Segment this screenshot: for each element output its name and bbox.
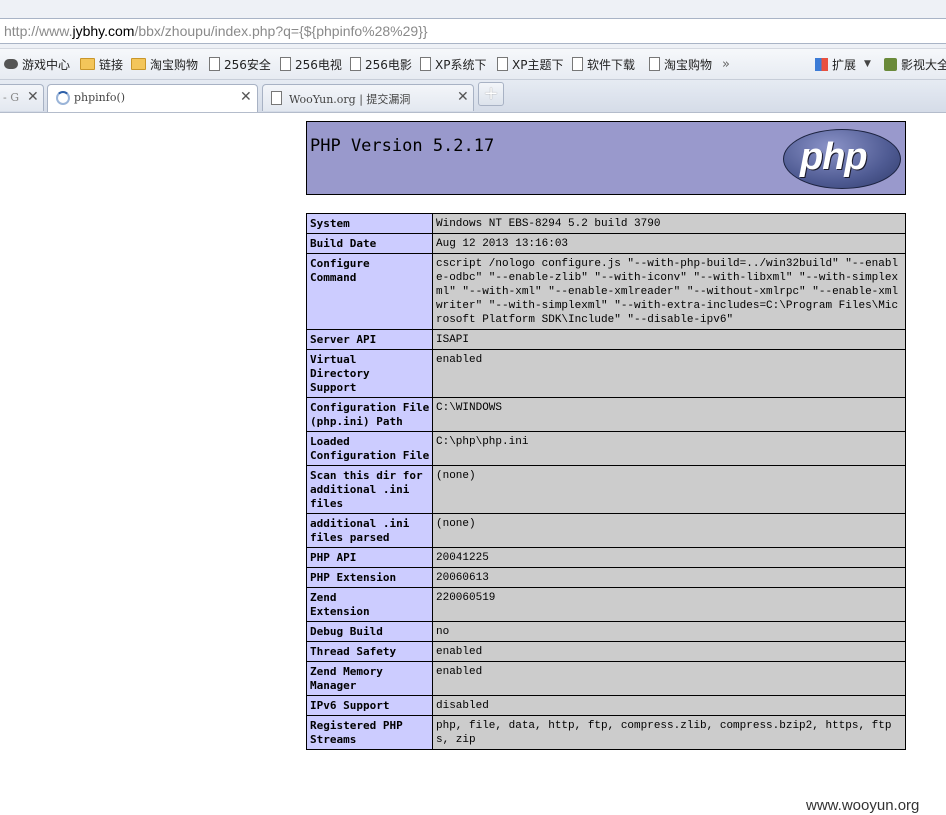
- table-row: Virtual Directory Support enabled: [306, 349, 906, 398]
- favorite-item[interactable]: XP系统下: [420, 55, 486, 73]
- gamepad-icon: [4, 59, 18, 69]
- page-icon: [649, 57, 660, 71]
- more-favorites-button[interactable]: »: [722, 55, 730, 73]
- table-row: Configuration File (php.ini) Path C:\WIND…: [306, 397, 906, 432]
- info-key: Scan this dir for additional .ini files: [306, 465, 433, 514]
- info-value: (none): [432, 513, 906, 548]
- close-icon[interactable]: ✕: [240, 89, 252, 105]
- url-text: http://www.jybhy.com/bbx/zhoupu/index.ph…: [4, 23, 428, 39]
- info-value: no: [432, 621, 906, 642]
- table-row: Build Date Aug 12 2013 13:16:03: [306, 233, 906, 254]
- info-value: enabled: [432, 349, 906, 398]
- info-key: Thread Safety: [306, 641, 433, 662]
- favorite-folder[interactable]: 链接: [80, 55, 123, 73]
- favorite-item[interactable]: XP主题下: [497, 55, 563, 73]
- table-row: Server API ISAPI: [306, 329, 906, 350]
- page-icon: [350, 57, 361, 71]
- info-value: 20041225: [432, 547, 906, 568]
- info-value: ISAPI: [432, 329, 906, 350]
- table-row: Zend Memory Manager enabled: [306, 661, 906, 696]
- video-icon: [884, 57, 897, 71]
- info-key: Configuration File (php.ini) Path: [306, 397, 433, 432]
- table-row: PHP Extension 20060613: [306, 567, 906, 588]
- tab-wooyun[interactable]: WooYun.org | 提交漏洞 ✕: [262, 84, 474, 111]
- video-shortcut[interactable]: 影视大全: [884, 55, 946, 73]
- info-key: Build Date: [306, 233, 433, 254]
- page-icon: [572, 57, 583, 71]
- info-key: IPv6 Support: [306, 695, 433, 716]
- page-icon: [420, 57, 431, 71]
- favorite-item[interactable]: 256电影: [350, 55, 412, 73]
- page-icon: [271, 91, 282, 105]
- tab-partial[interactable]: - G ✕: [0, 84, 44, 111]
- table-row: Loaded Configuration File C:\php\php.ini: [306, 431, 906, 466]
- info-value: (none): [432, 465, 906, 514]
- info-key: Zend Memory Manager: [306, 661, 433, 696]
- chevron-down-icon: ▼: [864, 59, 871, 69]
- info-key: PHP Extension: [306, 567, 433, 588]
- info-key: Debug Build: [306, 621, 433, 642]
- info-value: php, file, data, http, ftp, compress.zli…: [432, 715, 906, 750]
- favorite-item[interactable]: 256电视: [280, 55, 342, 73]
- table-row: PHP API 20041225: [306, 547, 906, 568]
- extensions-icon: [815, 57, 828, 71]
- info-key: additional .ini files parsed: [306, 513, 433, 548]
- page-icon: [209, 57, 220, 71]
- info-key: Virtual Directory Support: [306, 349, 433, 398]
- table-row: IPv6 Support disabled: [306, 695, 906, 716]
- favorite-item[interactable]: 游戏中心: [4, 55, 70, 73]
- tab-phpinfo[interactable]: phpinfo() ✕: [47, 84, 258, 112]
- info-value: cscript /nologo configure.js "--with-php…: [432, 253, 906, 330]
- table-row: Scan this dir for additional .ini files(…: [306, 465, 906, 514]
- table-row: Configure Command cscript /nologo configu…: [306, 253, 906, 330]
- favorite-item[interactable]: 256安全: [209, 55, 271, 73]
- page-icon: [280, 57, 291, 71]
- php-logo: php: [783, 129, 901, 189]
- site-watermark: www.wooyun.org: [806, 797, 920, 814]
- extensions-button[interactable]: 扩展 ▼: [815, 55, 871, 73]
- folder-icon: [131, 58, 146, 70]
- close-icon[interactable]: ✕: [27, 89, 39, 105]
- info-key: Registered PHP Streams: [306, 715, 433, 750]
- favorites-bar: 游戏中心 链接 淘宝购物 256安全 256电视 256电影 XP系统下 XP主…: [0, 49, 946, 80]
- loading-spinner-icon: [56, 91, 70, 105]
- address-bar-area: http://www.jybhy.com/bbx/zhoupu/index.ph…: [0, 0, 946, 49]
- info-value: C:\php\php.ini: [432, 431, 906, 466]
- table-row: additional .ini files parsed (none): [306, 513, 906, 548]
- page-icon: [497, 57, 508, 71]
- info-key: Server API: [306, 329, 433, 350]
- info-key: System: [306, 213, 433, 234]
- favorite-item[interactable]: 软件下载: [572, 55, 635, 73]
- info-value: enabled: [432, 661, 906, 696]
- folder-icon: [80, 58, 95, 70]
- favorite-folder[interactable]: 淘宝购物: [131, 55, 198, 73]
- table-row: Debug Build no: [306, 621, 906, 642]
- info-value: enabled: [432, 641, 906, 662]
- table-row: Registered PHP Streams php, file, data, h…: [306, 715, 906, 750]
- favorite-item[interactable]: 淘宝购物: [649, 55, 712, 73]
- info-value: Windows NT EBS-8294 5.2 build 3790: [432, 213, 906, 234]
- close-icon[interactable]: ✕: [457, 89, 469, 105]
- info-key: Zend Extension: [306, 587, 433, 622]
- info-value: disabled: [432, 695, 906, 716]
- url-input[interactable]: http://www.jybhy.com/bbx/zhoupu/index.ph…: [0, 18, 946, 44]
- info-key: Configure Command: [306, 253, 433, 330]
- info-key: PHP API: [306, 547, 433, 568]
- new-tab-button[interactable]: +: [478, 82, 504, 106]
- info-value: Aug 12 2013 13:16:03: [432, 233, 906, 254]
- table-row: Thread Safety enabled: [306, 641, 906, 662]
- table-row: Zend Extension 220060519: [306, 587, 906, 622]
- phpinfo-header: PHP Version 5.2.17 php: [306, 121, 906, 195]
- info-value: C:\WINDOWS: [432, 397, 906, 432]
- phpinfo-table: System Windows NT EBS-8294 5.2 build 3790…: [306, 213, 906, 750]
- php-version-title: PHP Version 5.2.17: [310, 136, 495, 156]
- info-key: Loaded Configuration File: [306, 431, 433, 466]
- table-row: System Windows NT EBS-8294 5.2 build 3790: [306, 213, 906, 234]
- info-value: 20060613: [432, 567, 906, 588]
- info-value: 220060519: [432, 587, 906, 622]
